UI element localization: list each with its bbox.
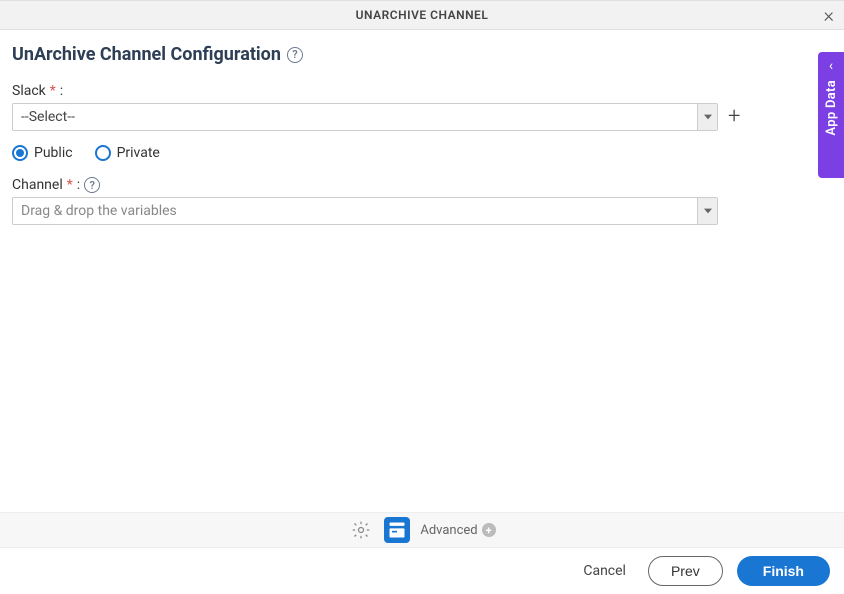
slack-label: Slack * : [12,83,828,99]
radio-public-label: Public [34,145,73,161]
required-marker: * [67,177,73,193]
channel-label: Channel * : ? [12,177,828,193]
finish-button[interactable]: Finish [737,556,830,586]
dialog-body: UnArchive Channel Configuration ? Slack … [0,30,844,225]
channel-placeholder: Drag & drop the variables [13,203,697,219]
channel-field-row: Drag & drop the variables [12,197,828,225]
radio-private-indicator [95,145,111,161]
help-icon[interactable]: ? [287,47,303,63]
dialog-footer: Cancel Prev Finish [575,556,830,586]
slack-select[interactable]: --Select-- [12,103,718,131]
plus-circle-icon: + [482,523,496,537]
chevron-down-icon[interactable] [697,198,717,224]
prev-button[interactable]: Prev [648,556,723,586]
bottom-toolbar: Advanced + [0,512,844,548]
label-colon: : [60,83,63,99]
slack-field-row: --Select-- + [12,103,828,131]
required-marker: * [50,83,56,99]
radio-public[interactable]: Public [12,145,73,161]
gear-icon[interactable] [348,517,374,543]
help-icon[interactable]: ? [84,177,100,193]
label-colon: : [77,177,80,193]
advanced-link[interactable]: Advanced + [420,523,495,538]
slack-select-value: --Select-- [13,109,697,125]
cancel-button[interactable]: Cancel [575,557,634,585]
channel-label-text: Channel [12,177,63,193]
radio-private-label: Private [117,145,160,161]
chevron-left-icon: ‹ [829,58,833,74]
chevron-down-icon[interactable] [697,104,717,130]
form-icon[interactable] [384,517,410,543]
radio-private[interactable]: Private [95,145,160,161]
slack-label-text: Slack [12,83,46,99]
visibility-radio-group: Public Private [12,145,828,161]
close-icon[interactable]: × [824,5,834,25]
radio-public-indicator [12,145,28,161]
add-slack-icon[interactable]: + [728,106,740,128]
dialog-title: UNARCHIVE CHANNEL [356,8,489,22]
channel-input[interactable]: Drag & drop the variables [12,197,718,225]
section-title-text: UnArchive Channel Configuration [12,44,281,65]
section-heading: UnArchive Channel Configuration ? [12,44,828,65]
app-data-tab[interactable]: ‹ App Data [818,52,844,178]
dialog-header: UNARCHIVE CHANNEL × [0,0,844,30]
advanced-text: Advanced [420,523,477,538]
app-data-label: App Data [824,80,839,136]
